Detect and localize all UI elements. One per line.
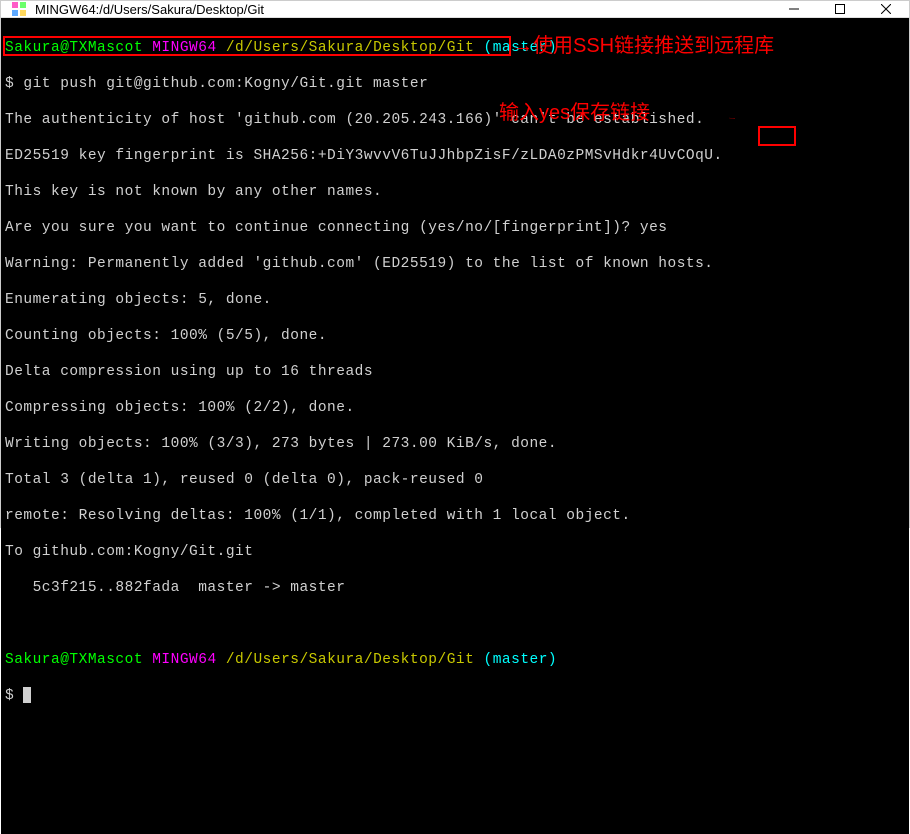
- blank-line: [5, 615, 905, 633]
- prompt-dollar: $: [5, 687, 905, 705]
- output-line: Compressing objects: 100% (2/2), done.: [5, 399, 905, 417]
- output-line: To github.com:Kogny/Git.git: [5, 543, 905, 561]
- window: MINGW64:/d/Users/Sakura/Desktop/Git Saku…: [0, 0, 910, 528]
- cwd-path: /d/Users/Sakura/Desktop/Git: [226, 40, 474, 56]
- branch-label: (master): [484, 652, 558, 668]
- output-line: This key is not known by any other names…: [5, 183, 905, 201]
- env-label: MINGW64: [152, 652, 216, 668]
- annotation-text: 输入yes保存链接: [499, 104, 650, 122]
- output-line: Total 3 (delta 1), reused 0 (delta 0), p…: [5, 471, 905, 489]
- command-line: $ git push git@github.com:Kogny/Git.git …: [5, 75, 905, 93]
- titlebar[interactable]: MINGW64:/d/Users/Sakura/Desktop/Git: [1, 1, 909, 18]
- minimize-button[interactable]: [771, 1, 817, 17]
- cwd-path: /d/Users/Sakura/Desktop/Git: [226, 652, 474, 668]
- output-line: 5c3f215..882fada master -> master: [5, 579, 905, 597]
- close-button[interactable]: [863, 1, 909, 17]
- window-controls: [771, 1, 909, 17]
- prompt-line: Sakura@TXMascot MINGW64 /d/Users/Sakura/…: [5, 651, 905, 669]
- output-line: remote: Resolving deltas: 100% (1/1), co…: [5, 507, 905, 525]
- window-title: MINGW64:/d/Users/Sakura/Desktop/Git: [35, 2, 771, 17]
- maximize-button[interactable]: [817, 1, 863, 17]
- terminal[interactable]: Sakura@TXMascot MINGW64 /d/Users/Sakura/…: [1, 18, 909, 834]
- mingw-icon: [11, 1, 27, 17]
- output-line: Writing objects: 100% (3/3), 273 bytes |…: [5, 435, 905, 453]
- output-line: ED25519 key fingerprint is SHA256:+DiY3w…: [5, 147, 905, 165]
- output-line: Delta compression using up to 16 threads: [5, 363, 905, 381]
- annotation-box: [758, 126, 796, 146]
- cursor: [23, 687, 31, 703]
- arrow-icon: [709, 117, 755, 119]
- output-line: Warning: Permanently added 'github.com' …: [5, 255, 905, 273]
- user-host: Sakura@TXMascot: [5, 40, 143, 56]
- annotation-text: →使用SSH链接推送到远程库: [513, 37, 774, 55]
- output-line: The authenticity of host 'github.com (20…: [5, 111, 905, 129]
- user-host: Sakura@TXMascot: [5, 652, 143, 668]
- env-label: MINGW64: [152, 40, 216, 56]
- output-line: Enumerating objects: 5, done.: [5, 291, 905, 309]
- output-line: Counting objects: 100% (5/5), done.: [5, 327, 905, 345]
- output-line: Are you sure you want to continue connec…: [5, 219, 905, 237]
